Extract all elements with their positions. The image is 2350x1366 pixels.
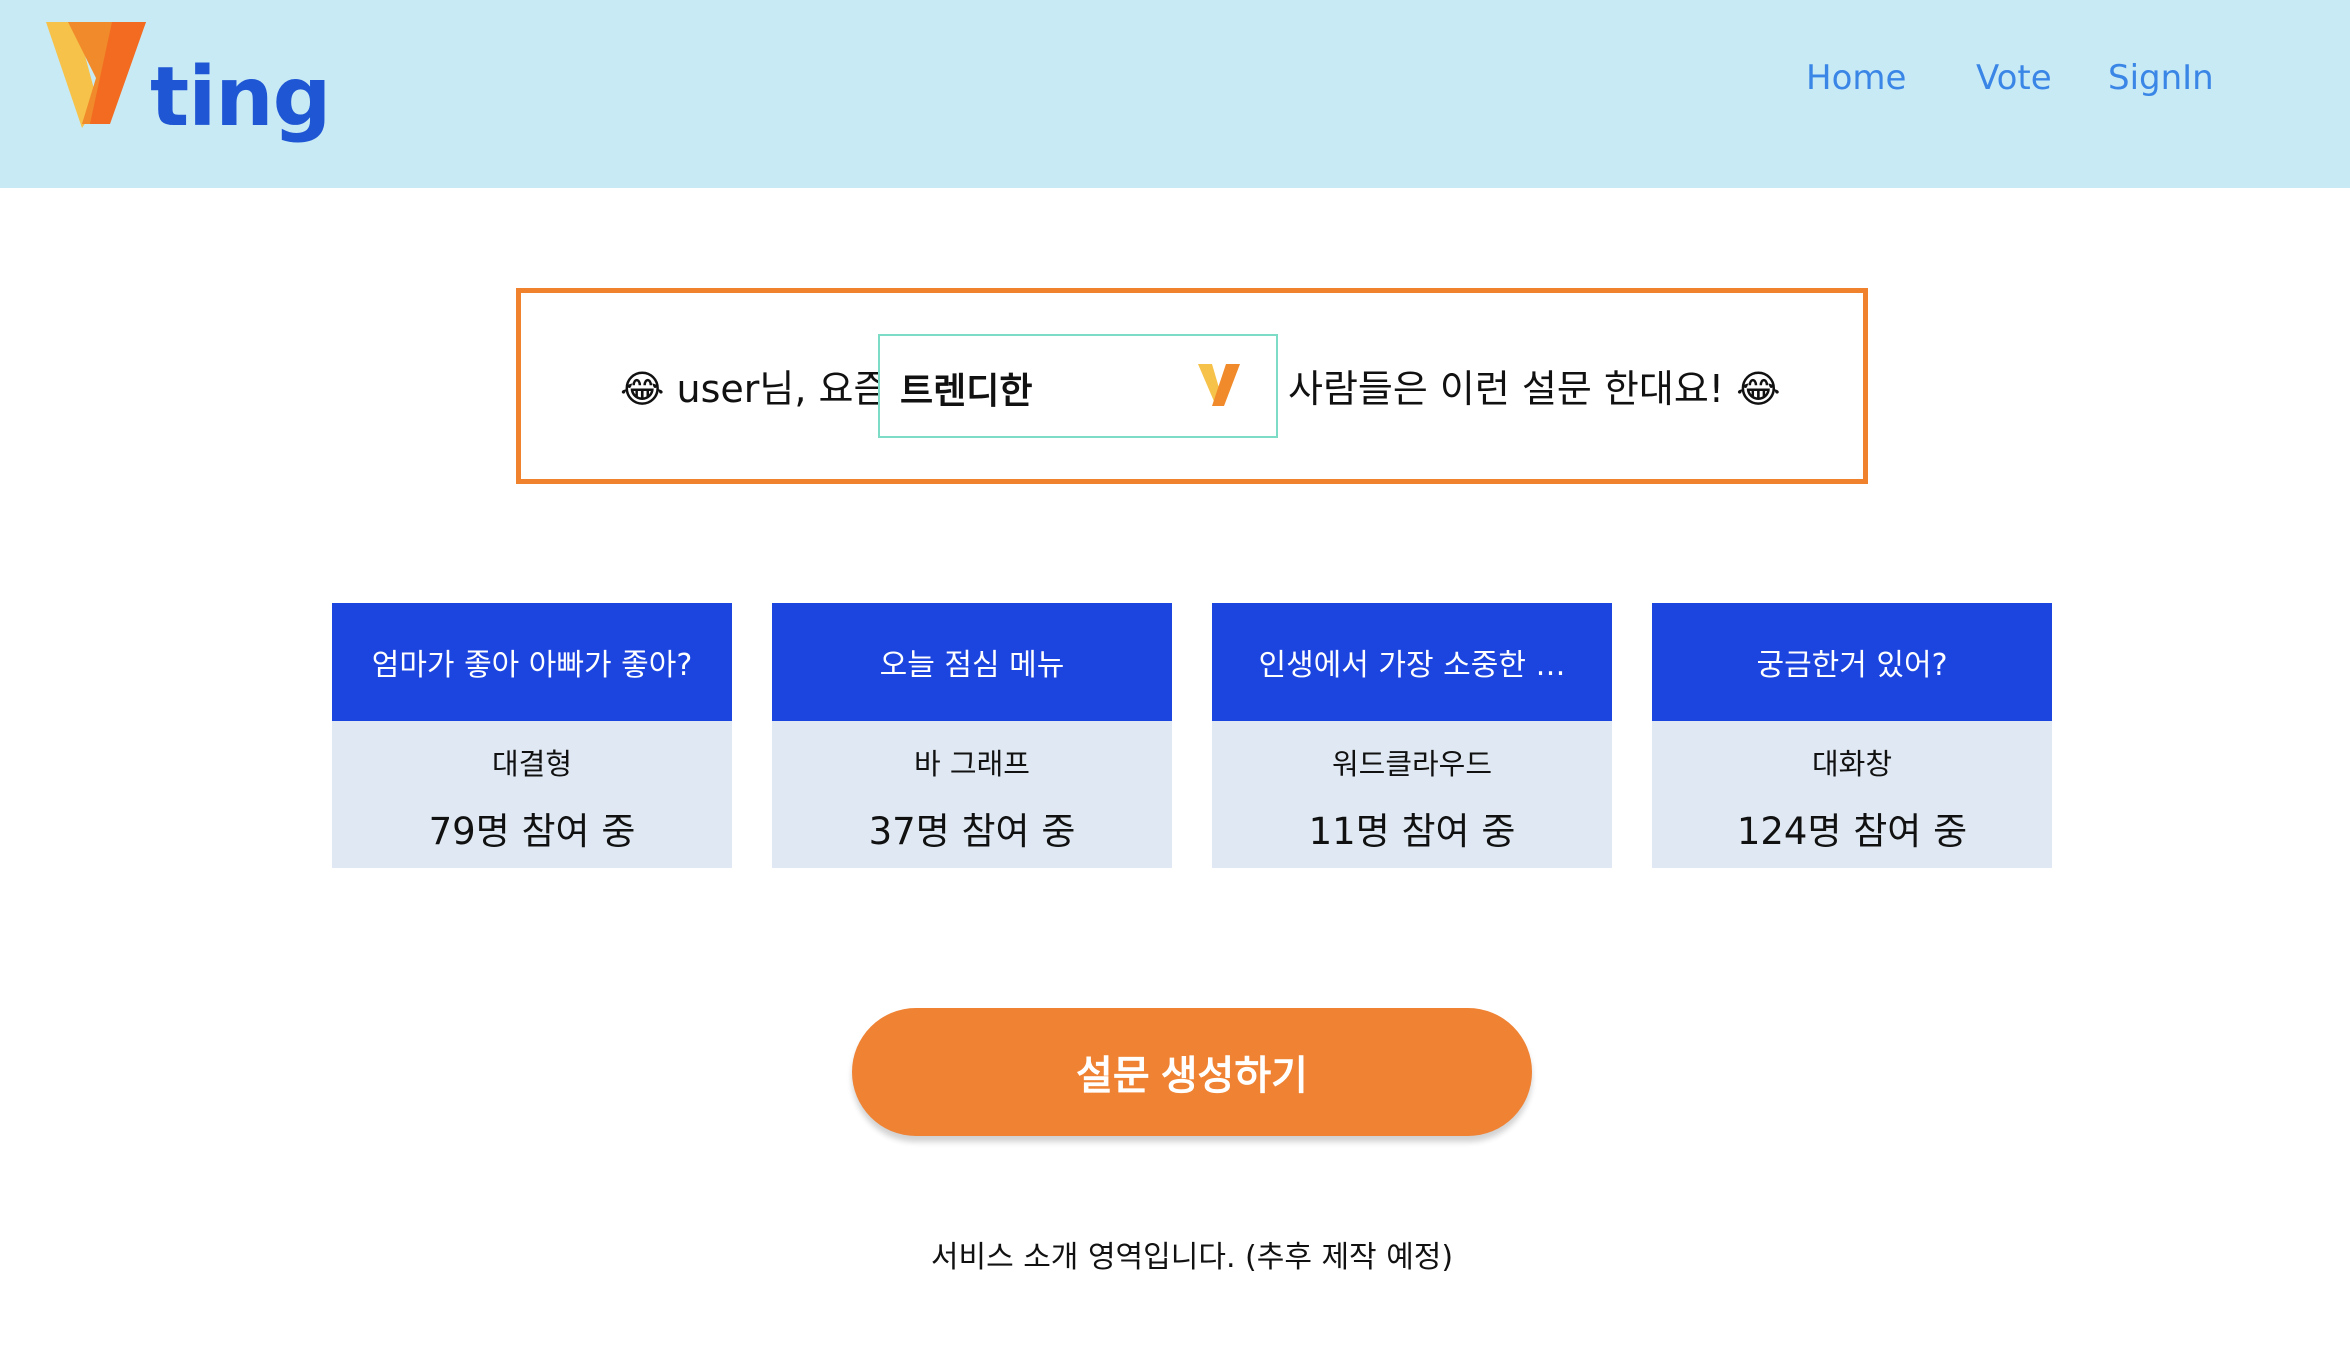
survey-card[interactable]: 엄마가 좋아 아빠가 좋아? 대결형 79명 참여 중 — [332, 603, 732, 868]
header: ting Home Vote SignIn — [0, 0, 2350, 188]
logo-text: ting — [150, 50, 331, 145]
trend-select-value: 트렌디한 — [900, 371, 1033, 412]
survey-card-type: 대화창 — [1811, 747, 1893, 781]
survey-card-participants: 124명 참여 중 — [1736, 810, 1968, 853]
v-logo-icon — [46, 22, 146, 128]
survey-card[interactable]: 궁금한거 있어? 대화창 124명 참여 중 — [1652, 603, 2052, 868]
survey-card-title: 오늘 점심 메뉴 — [772, 603, 1172, 721]
survey-card-participants: 79명 참여 중 — [428, 810, 636, 853]
survey-card-type: 바 그래프 — [914, 747, 1030, 781]
prompt-suffix: 사람들은 이런 설문 한대요! 😂 — [1288, 367, 1781, 411]
survey-card-title: 인생에서 가장 소중한 … — [1212, 603, 1612, 721]
survey-card-title: 엄마가 좋아 아빠가 좋아? — [332, 603, 732, 721]
survey-card-participants: 37명 참여 중 — [868, 810, 1076, 853]
survey-card-participants: 11명 참여 중 — [1308, 810, 1516, 853]
create-survey-button[interactable]: 설문 생성하기 — [852, 1008, 1532, 1136]
v-chevron-icon — [1198, 362, 1240, 412]
nav-signin[interactable]: SignIn — [2108, 58, 2214, 98]
survey-card[interactable]: 오늘 점심 메뉴 바 그래프 37명 참여 중 — [772, 603, 1172, 868]
survey-card-type: 대결형 — [491, 747, 573, 781]
survey-card[interactable]: 인생에서 가장 소중한 … 워드클라우드 11명 참여 중 — [1212, 603, 1612, 868]
nav-vote[interactable]: Vote — [1976, 58, 2052, 98]
trend-select[interactable]: 트렌디한 — [878, 334, 1278, 438]
survey-card-title: 궁금한거 있어? — [1652, 603, 2052, 721]
service-intro-text: 서비스 소개 영역입니다. (추후 제작 예정) — [930, 1240, 1454, 1275]
survey-card-type: 워드클라우드 — [1331, 747, 1493, 781]
prompt-prefix: 😂 user님, 요즘 — [620, 367, 889, 411]
vting-logo[interactable]: ting — [46, 18, 331, 148]
nav-home[interactable]: Home — [1806, 58, 1906, 98]
